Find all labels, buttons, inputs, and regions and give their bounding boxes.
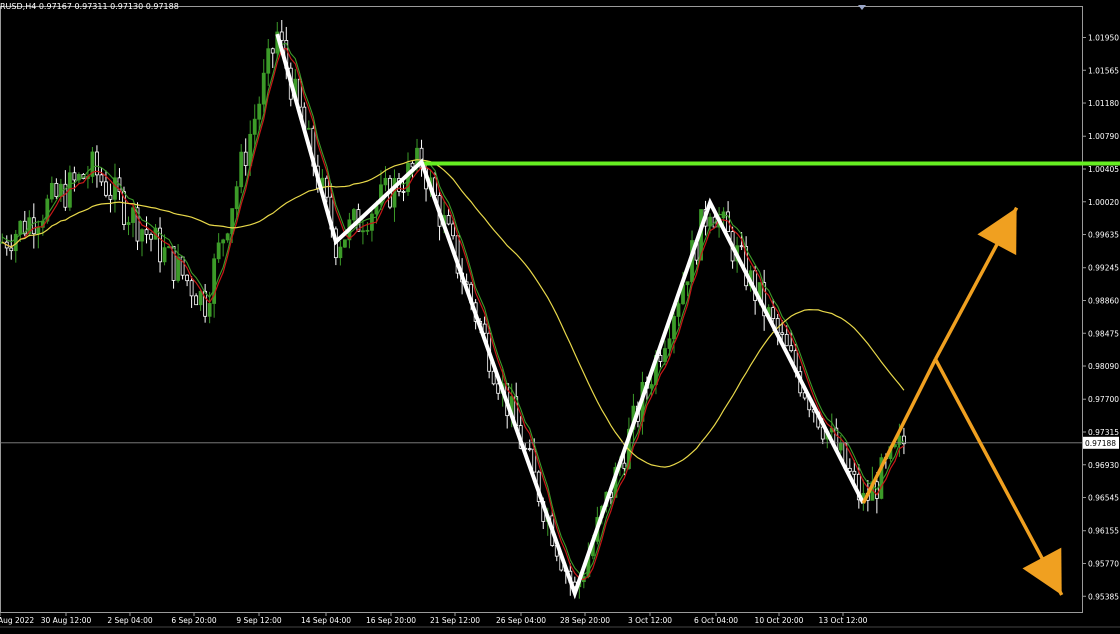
bear-candle (401, 190, 406, 193)
bear-candle (270, 48, 275, 54)
x-tick-label: 21 Sep 12:00 (430, 616, 480, 625)
bull-candle (257, 103, 262, 120)
bear-candle (9, 247, 14, 252)
x-tick-label: 30 Aug 12:00 (41, 616, 92, 625)
bull-candle (365, 229, 370, 232)
x-tick-label: 16 Sep 20:00 (366, 616, 416, 625)
bull-candle (266, 48, 271, 74)
bull-candle (383, 177, 388, 186)
x-tick-label: 14 Sep 04:00 (301, 616, 351, 625)
bull-candle (216, 242, 221, 260)
bull-candle (252, 118, 257, 135)
bull-candle (126, 222, 131, 225)
x-tick-label: Aug 2022 (0, 616, 34, 625)
x-tick-label: 6 Oct 04:00 (694, 616, 738, 625)
bull-candle (352, 209, 356, 221)
bear-candle (771, 307, 776, 319)
bear-candle (658, 355, 663, 362)
bear-candle (194, 295, 199, 306)
bear-candle (144, 229, 149, 235)
y-tick-label: 1.01950 (1088, 33, 1119, 42)
bull-candle (838, 442, 843, 451)
y-tick-label: 0.98860 (1088, 296, 1119, 305)
chart-frame: 1.01950 1.01565 1.01180 1.00790 1.00405 1.000… (0, 0, 1120, 630)
y-tick-label: 0.97700 (1088, 395, 1119, 404)
x-tick-label: 28 Sep 20:00 (560, 616, 610, 625)
bear-candle (784, 334, 789, 347)
bull-candle (338, 246, 343, 259)
bear-candle (780, 332, 785, 335)
symbol-info-label: RUSD,H4 0.97167 0.97311 0.97130 0.97188 (0, 2, 179, 11)
bull-candle (162, 247, 167, 263)
bull-candle (234, 186, 239, 210)
bull-candle (225, 233, 230, 241)
y-tick-label: 0.96155 (1088, 527, 1119, 536)
bull-candle (649, 384, 654, 389)
bear-candle (243, 151, 248, 166)
bear-candle (527, 448, 532, 451)
y-tick-label: 0.95770 (1088, 559, 1119, 568)
x-tick-label: 3 Oct 12:00 (628, 616, 672, 625)
x-tick-label: 6 Sep 20:00 (171, 616, 217, 625)
bull-candle (36, 226, 41, 235)
bear-candle (54, 182, 59, 197)
bull-candle (221, 239, 226, 244)
y-tick-label: 0.98475 (1088, 329, 1119, 338)
y-tick-label: 1.00020 (1088, 198, 1119, 207)
y-tick-label: 0.99245 (1088, 264, 1119, 273)
bull-candle (176, 256, 180, 281)
bull-candle (49, 182, 54, 200)
bear-candle (451, 223, 455, 237)
chart-background (0, 0, 1120, 630)
bear-candle (189, 280, 194, 297)
bull-candle (342, 239, 347, 248)
x-tick-label: 10 Oct 20:00 (755, 616, 804, 625)
bull-candle (676, 303, 681, 317)
x-tick-label: 26 Sep 04:00 (496, 616, 546, 625)
bear-candle (852, 470, 857, 475)
bear-candle (108, 194, 113, 200)
bear-candle (789, 345, 794, 352)
bull-candle (198, 290, 203, 306)
x-tick-label: 2 Sep 04:00 (107, 616, 153, 625)
y-tick-label: 1.01180 (1088, 99, 1119, 108)
bear-candle (99, 174, 104, 183)
bull-candle (207, 303, 212, 317)
bear-candle (622, 462, 627, 469)
bear-candle (72, 172, 77, 181)
bear-candle (739, 245, 744, 248)
y-tick-label: 0.97315 (1088, 428, 1119, 437)
bear-candle (185, 274, 189, 282)
bull-candle (261, 72, 266, 105)
bull-candle (685, 281, 690, 286)
bear-candle (446, 215, 451, 225)
y-tick-label: 1.00405 (1088, 165, 1119, 174)
y-tick-label: 1.01565 (1088, 66, 1119, 75)
bull-candle (361, 230, 365, 233)
bear-candle (324, 177, 329, 198)
price-chart[interactable]: 1.01950 1.01565 1.01180 1.00790 1.00405 1.000… (0, 0, 1120, 630)
bull-candle (18, 220, 23, 235)
bull-candle (306, 127, 311, 130)
x-tick-label: 9 Sep 12:00 (236, 616, 282, 625)
bear-candle (410, 162, 415, 168)
bull-candle (140, 229, 144, 242)
y-tick-label: 0.96930 (1088, 461, 1119, 470)
bull-candle (131, 207, 135, 223)
x-tick-label: 13 Oct 12:00 (819, 616, 868, 625)
bear-candle (180, 256, 185, 276)
y-tick-label: 0.99635 (1088, 231, 1119, 240)
y-tick-label: 0.96545 (1088, 494, 1119, 503)
bear-candle (104, 181, 108, 196)
bear-candle (149, 234, 153, 240)
bull-candle (370, 213, 374, 231)
y-tick-label: 1.00790 (1088, 132, 1119, 141)
y-tick-label: 0.98090 (1088, 362, 1119, 371)
bull-candle (667, 338, 672, 349)
current-price-label: 0.97188 (1085, 439, 1116, 448)
bull-candle (239, 151, 244, 188)
bear-candle (31, 217, 36, 235)
y-tick-label: 0.95385 (1088, 592, 1119, 601)
